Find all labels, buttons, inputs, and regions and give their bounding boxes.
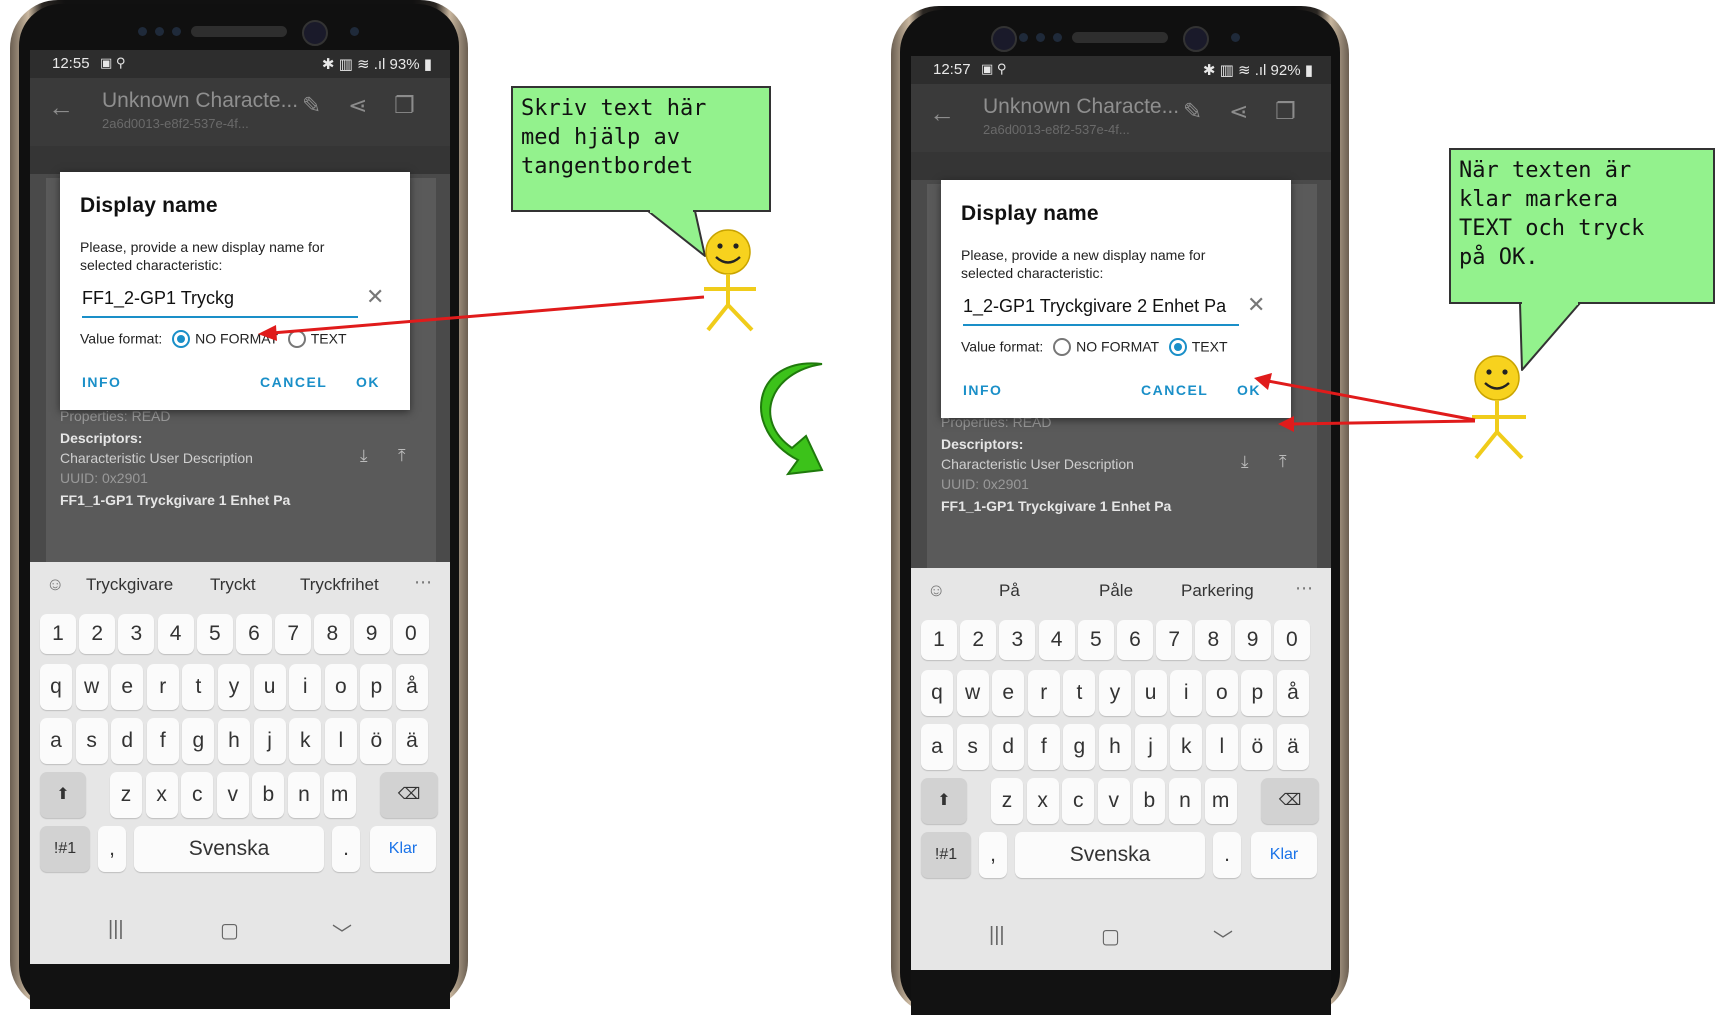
annotation-overlay bbox=[258, 209, 1581, 476]
smiley-figure-left bbox=[704, 229, 756, 332]
flow-arrow-icon bbox=[760, 362, 824, 476]
smiley-icon bbox=[1474, 355, 1520, 401]
callout-tail bbox=[1519, 302, 1581, 371]
smiley-figure-right bbox=[1472, 355, 1526, 460]
callout-tail bbox=[647, 210, 706, 257]
pointer-arrows bbox=[258, 295, 1476, 432]
smiley-icon bbox=[705, 229, 751, 275]
